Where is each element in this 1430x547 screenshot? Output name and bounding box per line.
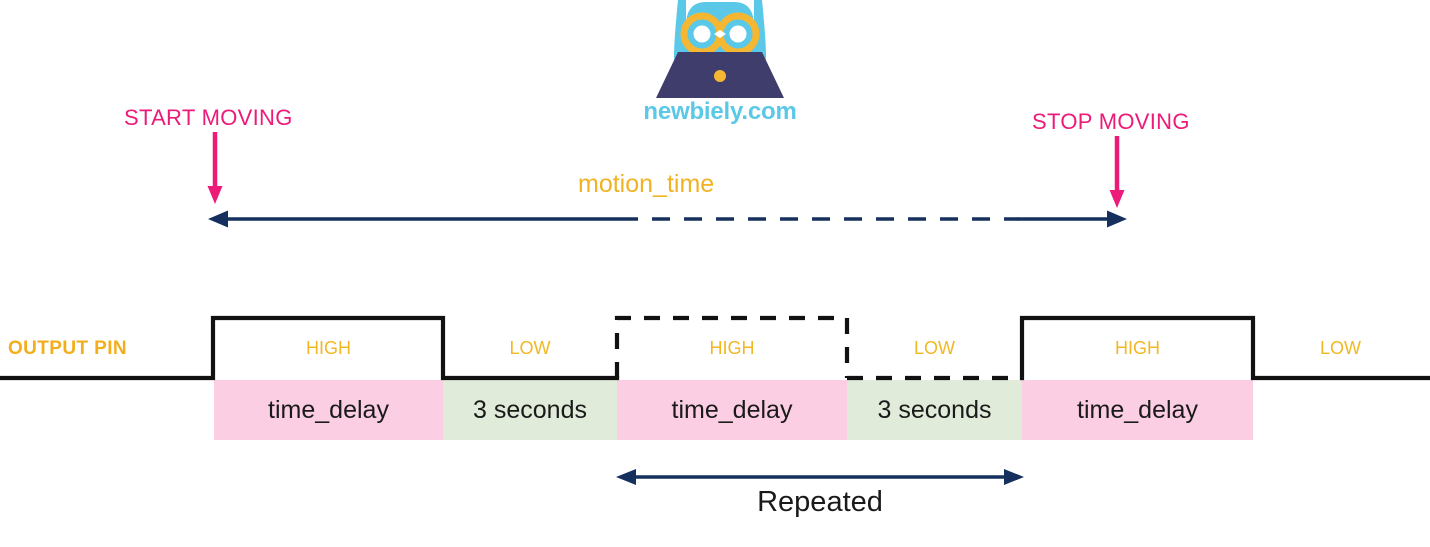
site-logo: newbiely.com bbox=[634, 0, 806, 132]
owl-with-laptop-icon bbox=[656, 0, 784, 98]
repeated-label: Repeated bbox=[757, 486, 883, 518]
repeated-span-arrow-icon bbox=[616, 469, 1024, 485]
start-moving-arrow-down-icon bbox=[207, 132, 223, 204]
output-pin-waveform-trace bbox=[0, 315, 1430, 381]
motion-time-span-arrow-icon bbox=[208, 210, 1127, 228]
motion-time-label: motion_time bbox=[578, 170, 715, 198]
stop-moving-label: STOP MOVING bbox=[1032, 109, 1190, 134]
start-moving-label: START MOVING bbox=[124, 105, 293, 130]
site-name: newbiely.com bbox=[643, 98, 797, 125]
timing-diagram: newbiely.com START MOVING STOP MOVING mo… bbox=[0, 0, 1430, 547]
stop-moving-arrow-down-icon bbox=[1109, 136, 1125, 208]
